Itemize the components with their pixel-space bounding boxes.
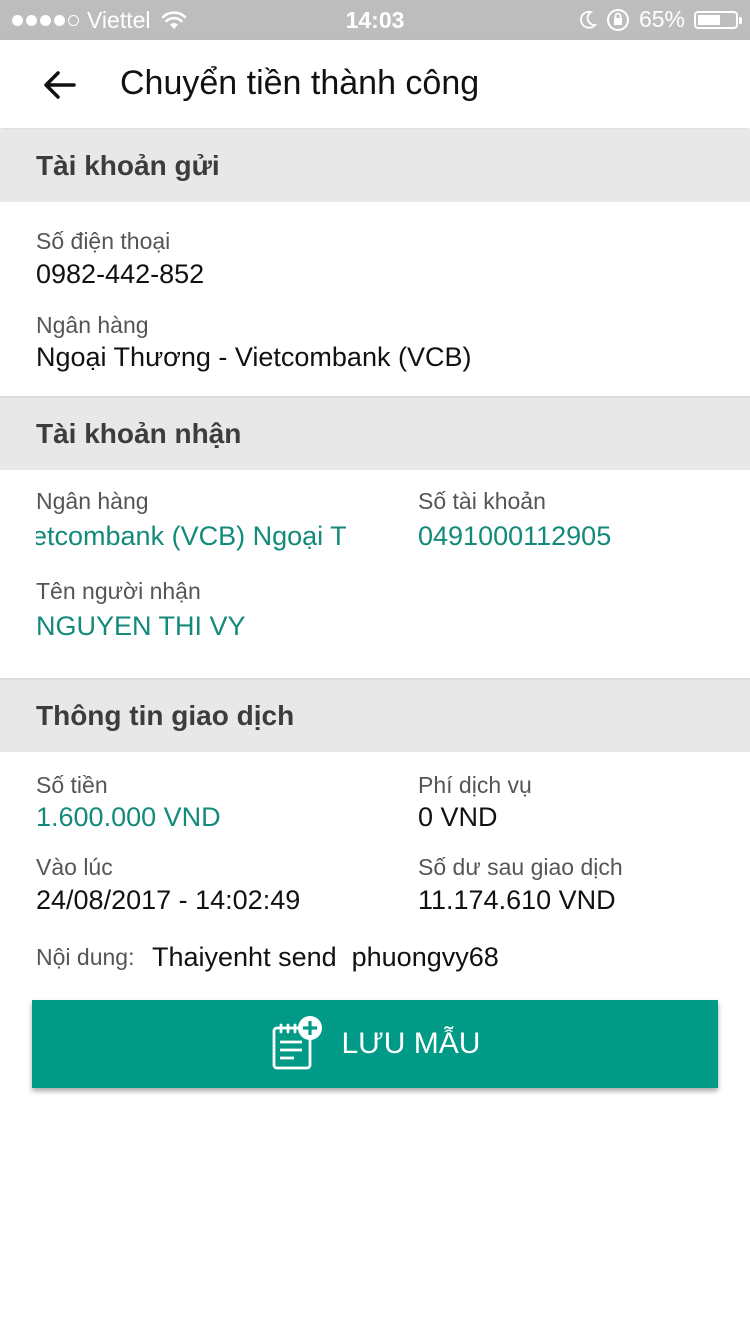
orientation-lock-icon xyxy=(606,8,629,31)
add-note-icon xyxy=(272,1016,322,1070)
back-arrow-icon[interactable] xyxy=(40,65,80,105)
receiver-bank-marquee: ietcombank (VCB) Ngoại T xyxy=(36,521,376,557)
fee-label: Phí dịch vụ xyxy=(418,772,532,798)
battery-percent: 65% xyxy=(638,6,685,32)
time-value: 24/08/2017 - 14:02:49 xyxy=(36,885,301,915)
status-bar: Viettel 14:03 65% xyxy=(0,0,750,40)
sender-section-header: Tài khoản gửi xyxy=(0,130,750,202)
amount-value: 1.600.000 VND xyxy=(36,802,221,832)
receiver-bank-label: Ngân hàng xyxy=(36,488,149,514)
receiver-bank-value: ietcombank (VCB) Ngoại T xyxy=(36,521,347,551)
status-bar-right: 65% xyxy=(579,6,742,33)
receiver-account-label: Số tài khoản xyxy=(418,488,546,514)
content-value: Thaiyenht send phuongvy68 xyxy=(152,942,499,972)
transaction-section-header: Thông tin giao dịch xyxy=(0,680,750,752)
moon-icon xyxy=(580,10,597,29)
receiver-name-value: NGUYEN THI VY xyxy=(36,611,246,641)
receiver-section-header: Tài khoản nhận xyxy=(0,398,750,470)
receiver-account-value: 0491000112905 xyxy=(418,521,612,551)
amount-label: Số tiền xyxy=(36,772,108,798)
receiver-name-label: Tên người nhận xyxy=(36,578,201,604)
sender-phone-label: Số điện thoại xyxy=(36,228,171,254)
sender-bank-value: Ngoại Thương - Vietcombank (VCB) xyxy=(36,342,472,372)
balance-label: Số dư sau giao dịch xyxy=(418,854,623,880)
battery-icon xyxy=(694,10,742,29)
fee-value: 0 VND xyxy=(418,802,498,832)
time-label: Vào lúc xyxy=(36,854,113,880)
save-template-label: LƯU MẪU xyxy=(341,1027,481,1060)
app-header: Chuyển tiền thành công xyxy=(0,40,750,128)
sender-bank-label: Ngân hàng xyxy=(36,312,149,338)
content-label: Nội dung: xyxy=(36,944,135,970)
sender-phone-value: 0982-442-852 xyxy=(36,259,205,289)
page-title: Chuyển tiền thành công xyxy=(120,64,480,102)
save-template-button[interactable]: LƯU MẪU xyxy=(32,1000,718,1088)
balance-value: 11.174.610 VND xyxy=(418,885,616,915)
